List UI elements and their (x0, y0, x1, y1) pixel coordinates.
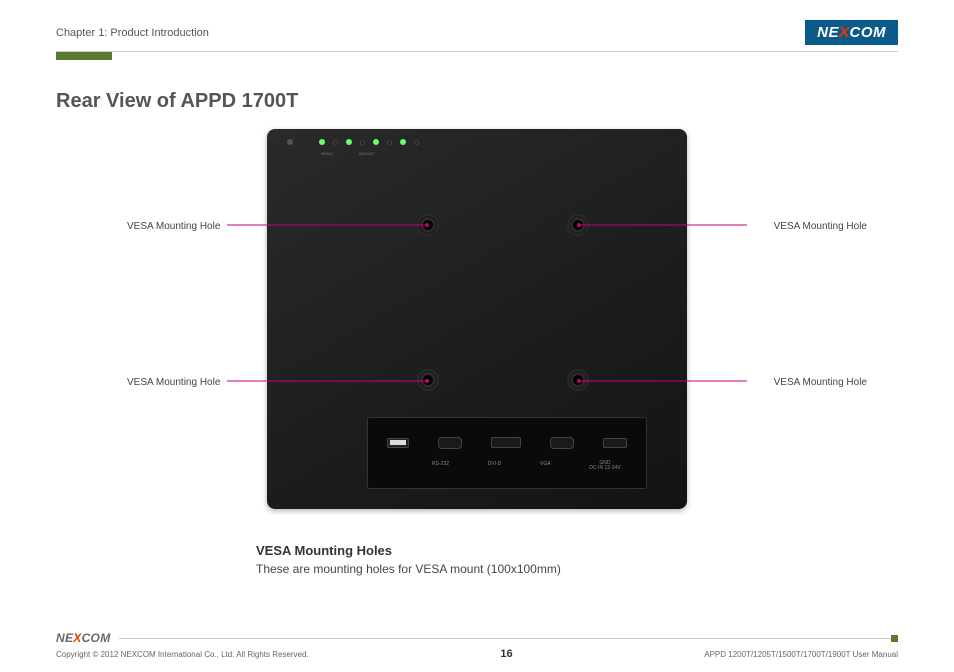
footer-logo: NEXCOM (56, 631, 111, 645)
btn-icon (414, 140, 419, 145)
io-label: GND DC-IN 12-24V (589, 461, 620, 471)
page-number: 16 (500, 648, 512, 660)
rs232-port-icon (438, 437, 462, 449)
ctrl-label: MENU (321, 151, 333, 156)
top-controls (287, 139, 419, 145)
figure: MENU ADJUST RS-232 DVI-D VG (127, 129, 827, 529)
callout-label: VESA Mounting Hole (774, 377, 867, 388)
callout-label: VESA Mounting Hole (774, 221, 867, 232)
desc-heading: VESA Mounting Holes (256, 543, 898, 558)
io-label: DVI-D (488, 461, 502, 471)
brand-logo: NEXCOM (805, 20, 898, 45)
accent-bar (56, 52, 112, 60)
desc-text: These are mounting holes for VESA mount … (256, 562, 898, 576)
power-led-icon (287, 139, 293, 145)
btn-icon (333, 140, 338, 145)
vga-port-icon (550, 437, 574, 449)
led-icon (346, 139, 352, 145)
vesa-hole-icon (417, 369, 439, 391)
doc-title: APPD 1200T/1205T/1500T/1700T/1900T User … (704, 650, 898, 659)
page-title: Rear View of APPD 1700T (56, 90, 898, 113)
brand-post: COM (82, 631, 111, 645)
vesa-hole-icon (567, 214, 589, 236)
ctrl-label: ADJUST (359, 151, 375, 156)
io-label: RS-232 (432, 461, 449, 471)
power-connector-icon (603, 438, 627, 448)
usb-port-icon (387, 438, 409, 448)
footer: NEXCOM Copyright © 2012 NEXCOM Internati… (56, 631, 898, 660)
brand-pre: NE (817, 24, 839, 41)
vesa-hole-icon (417, 214, 439, 236)
dvi-port-icon (491, 437, 521, 448)
device-rear-panel: MENU ADJUST RS-232 DVI-D VG (267, 129, 687, 509)
led-icon (373, 139, 379, 145)
description: VESA Mounting Holes These are mounting h… (256, 543, 898, 576)
brand-pre: NE (56, 631, 73, 645)
io-label: VGA (540, 461, 551, 471)
io-panel: RS-232 DVI-D VGA GND DC-IN 12-24V (367, 417, 647, 489)
vesa-hole-icon (567, 369, 589, 391)
led-icon (319, 139, 325, 145)
brand-x: X (73, 631, 81, 645)
btn-icon (387, 140, 392, 145)
callout-label: VESA Mounting Hole (127, 377, 220, 388)
brand-x: X (838, 24, 850, 41)
copyright: Copyright © 2012 NEXCOM International Co… (56, 650, 309, 659)
footer-rule-line (119, 638, 899, 639)
callout-label: VESA Mounting Hole (127, 221, 220, 232)
brand-post: COM (850, 24, 887, 41)
chapter-label: Chapter 1: Product Introduction (56, 27, 209, 39)
led-icon (400, 139, 406, 145)
btn-icon (360, 140, 365, 145)
